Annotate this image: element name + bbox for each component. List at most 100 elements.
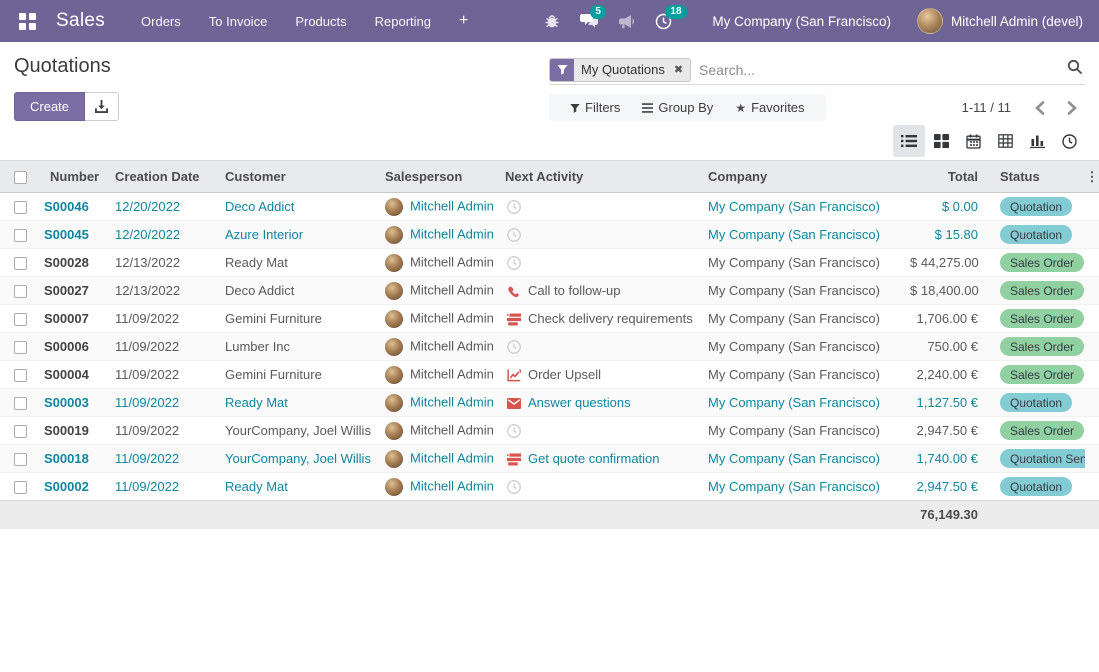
user-avatar[interactable] bbox=[917, 8, 943, 34]
messages-icon[interactable]: 5 bbox=[580, 13, 598, 29]
customer-link[interactable]: Deco Addict bbox=[225, 283, 294, 298]
clock-icon[interactable] bbox=[505, 200, 522, 214]
export-download-icon[interactable] bbox=[85, 92, 119, 121]
creation-date-cell[interactable]: 11/09/2022 bbox=[115, 451, 179, 466]
table-row[interactable]: S00007 11/09/2022 Gemini Furniture Mitch… bbox=[0, 305, 1099, 333]
table-row[interactable]: S00028 12/13/2022 Ready Mat Mitchell Adm… bbox=[0, 249, 1099, 277]
clock-icon[interactable] bbox=[505, 340, 522, 354]
table-row[interactable]: S00002 11/09/2022 Ready Mat Mitchell Adm… bbox=[0, 473, 1099, 501]
facet-remove-icon[interactable]: ✖ bbox=[672, 59, 690, 81]
creation-date-cell[interactable]: 12/20/2022 bbox=[115, 227, 180, 242]
customer-link[interactable]: YourCompany, Joel Willis bbox=[225, 451, 371, 466]
row-checkbox[interactable] bbox=[14, 313, 27, 326]
tasks-icon[interactable] bbox=[505, 453, 522, 466]
activity-label[interactable]: Order Upsell bbox=[528, 367, 601, 382]
row-checkbox[interactable] bbox=[14, 285, 27, 298]
customer-link[interactable]: Ready Mat bbox=[225, 395, 288, 410]
row-checkbox[interactable] bbox=[14, 229, 27, 242]
debug-bug-icon[interactable] bbox=[544, 13, 560, 29]
salesperson-link[interactable]: Mitchell Admin bbox=[410, 282, 494, 297]
announcement-megaphone-icon[interactable] bbox=[618, 14, 635, 29]
menu-reporting[interactable]: Reporting bbox=[361, 2, 445, 41]
header-salesperson[interactable]: Salesperson bbox=[377, 161, 497, 193]
customer-link[interactable]: Ready Mat bbox=[225, 255, 288, 270]
salesperson-link[interactable]: Mitchell Admin bbox=[410, 366, 494, 381]
order-number-link[interactable]: S00028 bbox=[44, 255, 89, 270]
filters-button[interactable]: Filters bbox=[559, 98, 631, 117]
clock-icon[interactable] bbox=[505, 228, 522, 242]
row-checkbox[interactable] bbox=[14, 257, 27, 270]
customer-link[interactable]: Gemini Furniture bbox=[225, 311, 322, 326]
header-customer[interactable]: Customer bbox=[217, 161, 377, 193]
row-checkbox[interactable] bbox=[14, 369, 27, 382]
app-brand[interactable]: Sales bbox=[56, 10, 105, 32]
header-creation-date[interactable]: Creation Date bbox=[107, 161, 217, 193]
activity-label[interactable]: Call to follow-up bbox=[528, 283, 621, 298]
list-view-icon[interactable] bbox=[893, 125, 925, 157]
creation-date-cell[interactable]: 11/09/2022 bbox=[115, 423, 179, 438]
phone-icon[interactable] bbox=[505, 285, 522, 298]
company-link[interactable]: My Company (San Francisco) bbox=[708, 339, 880, 354]
activity-label[interactable]: Answer questions bbox=[528, 395, 631, 410]
row-checkbox[interactable] bbox=[14, 201, 27, 214]
creation-date-cell[interactable]: 11/09/2022 bbox=[115, 367, 179, 382]
optional-columns-icon[interactable]: ⋮ bbox=[1086, 169, 1099, 184]
salesperson-link[interactable]: Mitchell Admin bbox=[410, 450, 494, 465]
customer-link[interactable]: Azure Interior bbox=[225, 227, 303, 242]
graph-view-icon[interactable] bbox=[1021, 125, 1053, 157]
calendar-view-icon[interactable] bbox=[957, 125, 989, 157]
row-checkbox[interactable] bbox=[14, 397, 27, 410]
search-icon[interactable] bbox=[1065, 59, 1085, 80]
salesperson-link[interactable]: Mitchell Admin bbox=[410, 338, 494, 353]
table-row[interactable]: S00006 11/09/2022 Lumber Inc Mitchell Ad… bbox=[0, 333, 1099, 361]
table-row[interactable]: S00027 12/13/2022 Deco Addict Mitchell A… bbox=[0, 277, 1099, 305]
table-row[interactable]: S00019 11/09/2022 YourCompany, Joel Will… bbox=[0, 417, 1099, 445]
company-link[interactable]: My Company (San Francisco) bbox=[708, 227, 880, 242]
table-row[interactable]: S00045 12/20/2022 Azure Interior Mitchel… bbox=[0, 221, 1099, 249]
order-number-link[interactable]: S00046 bbox=[44, 199, 89, 214]
order-number-link[interactable]: S00006 bbox=[44, 339, 89, 354]
row-checkbox[interactable] bbox=[14, 425, 27, 438]
company-link[interactable]: My Company (San Francisco) bbox=[708, 283, 880, 298]
header-status[interactable]: Status bbox=[988, 161, 1085, 193]
clock-icon[interactable] bbox=[505, 424, 522, 438]
order-number-link[interactable]: S00027 bbox=[44, 283, 89, 298]
company-link[interactable]: My Company (San Francisco) bbox=[708, 255, 880, 270]
company-link[interactable]: My Company (San Francisco) bbox=[708, 479, 880, 494]
creation-date-cell[interactable]: 12/13/2022 bbox=[115, 283, 180, 298]
envelope-icon[interactable] bbox=[505, 398, 522, 409]
menu-orders[interactable]: Orders bbox=[127, 2, 195, 41]
row-checkbox[interactable] bbox=[14, 453, 27, 466]
company-link[interactable]: My Company (San Francisco) bbox=[708, 423, 880, 438]
creation-date-cell[interactable]: 11/09/2022 bbox=[115, 311, 179, 326]
favorites-button[interactable]: ★ Favorites bbox=[724, 98, 815, 117]
activity-label[interactable]: Check delivery requirements bbox=[528, 311, 693, 326]
order-number-link[interactable]: S00045 bbox=[44, 227, 89, 242]
pager-next-icon[interactable] bbox=[1059, 99, 1085, 117]
order-number-link[interactable]: S00003 bbox=[44, 395, 89, 410]
chart-icon[interactable] bbox=[505, 369, 522, 382]
creation-date-cell[interactable]: 11/09/2022 bbox=[115, 479, 179, 494]
menu-to-invoice[interactable]: To Invoice bbox=[195, 2, 282, 41]
group-by-button[interactable]: Group By bbox=[631, 98, 724, 117]
company-switcher[interactable]: My Company (San Francisco) bbox=[712, 14, 891, 29]
search-input[interactable] bbox=[699, 62, 1065, 78]
activities-clock-icon[interactable]: 18 bbox=[655, 13, 672, 30]
customer-link[interactable]: Deco Addict bbox=[225, 199, 294, 214]
salesperson-link[interactable]: Mitchell Admin bbox=[410, 422, 494, 437]
customer-link[interactable]: Gemini Furniture bbox=[225, 367, 322, 382]
row-checkbox[interactable] bbox=[14, 341, 27, 354]
clock-icon[interactable] bbox=[505, 256, 522, 270]
creation-date-cell[interactable]: 12/20/2022 bbox=[115, 199, 180, 214]
kanban-view-icon[interactable] bbox=[925, 125, 957, 157]
apps-menu-icon[interactable] bbox=[12, 6, 42, 36]
creation-date-cell[interactable]: 12/13/2022 bbox=[115, 255, 180, 270]
salesperson-link[interactable]: Mitchell Admin bbox=[410, 394, 494, 409]
salesperson-link[interactable]: Mitchell Admin bbox=[410, 254, 494, 269]
company-link[interactable]: My Company (San Francisco) bbox=[708, 367, 880, 382]
order-number-link[interactable]: S00002 bbox=[44, 479, 89, 494]
clock-icon[interactable] bbox=[505, 480, 522, 494]
company-link[interactable]: My Company (San Francisco) bbox=[708, 395, 880, 410]
table-row[interactable]: S00046 12/20/2022 Deco Addict Mitchell A… bbox=[0, 193, 1099, 221]
menu-plus-icon[interactable]: + bbox=[445, 2, 482, 40]
